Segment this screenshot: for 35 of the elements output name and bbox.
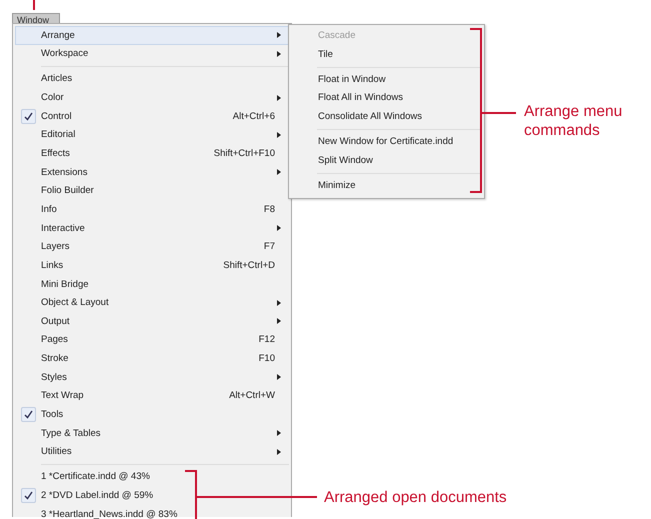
menu-item[interactable]: Stroke F10 bbox=[15, 349, 289, 368]
menu-item[interactable]: 1 *Certificate.indd @ 43% bbox=[15, 467, 289, 486]
menu-item[interactable]: Text Wrap Alt+Ctrl+W bbox=[15, 386, 289, 406]
menu-item[interactable]: Arrange bbox=[15, 26, 289, 45]
menu-item[interactable]: Mini Bridge bbox=[15, 274, 289, 294]
menu-item[interactable]: Links Shift+Ctrl+D bbox=[15, 256, 289, 275]
menu-item[interactable]: Output bbox=[15, 312, 289, 331]
submenu-item[interactable]: New Window for Certificate.indd bbox=[289, 132, 484, 152]
menu-item[interactable]: Type & Tables bbox=[15, 424, 289, 442]
menu-item[interactable]: 3 *Heartland_News.indd @ 83% bbox=[15, 504, 289, 519]
menu-item[interactable]: Layers F7 bbox=[15, 237, 289, 256]
submenu-item[interactable]: Float All in Windows bbox=[289, 89, 484, 108]
menu-item[interactable]: Extensions bbox=[15, 162, 289, 182]
menu-item[interactable]: Color bbox=[15, 88, 289, 107]
menu-item[interactable]: Tools bbox=[15, 405, 289, 424]
callout-label: Arranged open documents bbox=[324, 488, 507, 507]
menu-item[interactable]: 2 *DVD Label.indd @ 59% bbox=[15, 486, 289, 505]
menu-item[interactable]: Folio Builder bbox=[15, 182, 289, 200]
menu-item[interactable]: Pages F12 bbox=[15, 330, 289, 350]
submenu-item[interactable]: Consolidate All Windows bbox=[289, 108, 484, 127]
submenu-item[interactable]: Tile bbox=[289, 46, 484, 64]
submenu-item[interactable]: Minimize bbox=[289, 176, 484, 196]
menu-item[interactable]: Articles bbox=[15, 70, 289, 88]
menu-item[interactable]: Utilities bbox=[15, 442, 289, 462]
submenu-item[interactable]: Split Window bbox=[289, 152, 484, 170]
menu-item[interactable]: Styles bbox=[15, 368, 289, 387]
menu-item[interactable]: Interactive bbox=[15, 218, 289, 238]
menu-item[interactable]: Workspace bbox=[15, 44, 289, 64]
menu-item[interactable]: Effects Shift+Ctrl+F10 bbox=[15, 144, 289, 163]
submenu-item[interactable]: Float in Window bbox=[289, 70, 484, 90]
menu-item[interactable]: Editorial bbox=[15, 126, 289, 144]
menu-item[interactable]: Control Alt+Ctrl+6 bbox=[15, 106, 289, 126]
callout-label: Arrange menu commands bbox=[524, 102, 624, 140]
menu-item[interactable]: Object & Layout bbox=[15, 293, 289, 312]
menu-item[interactable]: Info F8 bbox=[15, 200, 289, 219]
